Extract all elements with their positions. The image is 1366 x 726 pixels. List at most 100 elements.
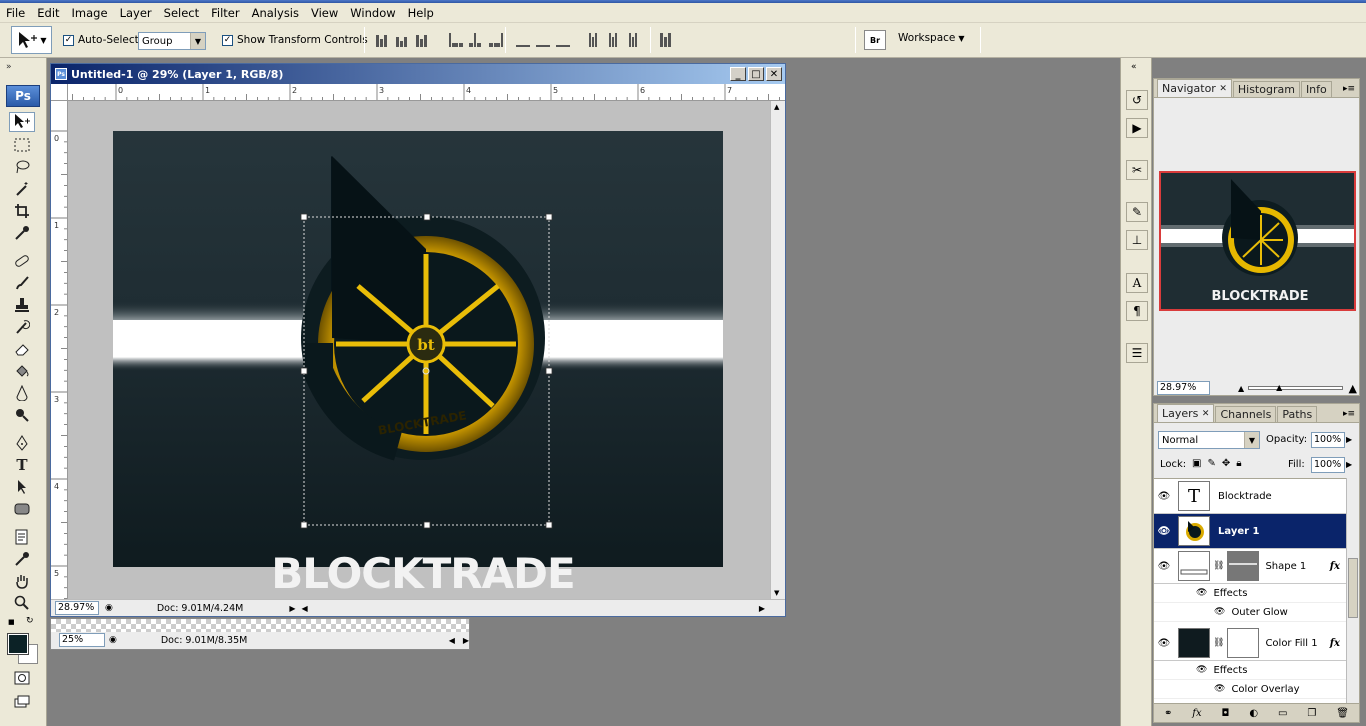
transform-handle[interactable]	[545, 213, 553, 221]
vertical-scrollbar[interactable]: ▲ ▼	[770, 101, 785, 599]
layer-comps-button[interactable]: ☰	[1126, 343, 1148, 363]
bridge-icon[interactable]: Br	[864, 30, 886, 50]
fx-icon[interactable]: fx	[1330, 561, 1340, 572]
status-menu-icon[interactable]: ◉	[109, 635, 117, 645]
horizontal-ruler[interactable]: 0 1 2 3 4 5 6 7	[68, 84, 785, 101]
align-bottom-icon[interactable]	[416, 33, 431, 47]
add-style-icon[interactable]: fx	[1192, 708, 1201, 719]
dodge-tool[interactable]	[9, 405, 35, 425]
document-title-bar[interactable]: Ps Untitled-1 @ 29% (Layer 1, RGB/8) _ □…	[51, 64, 785, 84]
layer-row-shape-1[interactable]: 👁︎ ⛓ Shape 1 fx	[1154, 549, 1346, 584]
distribute-hcenter-icon[interactable]	[609, 33, 624, 47]
close-button[interactable]: ✕	[766, 67, 782, 81]
notes-tool[interactable]	[9, 527, 35, 547]
blur-tool[interactable]	[9, 383, 35, 403]
magic-wand-tool[interactable]	[9, 179, 35, 199]
tab-channels[interactable]: Channels	[1215, 406, 1277, 422]
transform-handle[interactable]	[300, 521, 308, 529]
blend-mode-dropdown[interactable]: Normal ▼	[1158, 431, 1260, 449]
fx-icon[interactable]: fx	[1330, 638, 1340, 649]
path-selection-tool[interactable]	[9, 477, 35, 497]
tool-presets-button[interactable]: ✂	[1126, 160, 1148, 180]
eye-icon[interactable]: 👁︎	[1154, 561, 1174, 572]
lock-transparent-icon[interactable]: ▣	[1192, 458, 1201, 469]
effect-row-outer-glow[interactable]: 👁︎ Outer Glow	[1154, 603, 1346, 622]
color-sampler-tool[interactable]	[9, 549, 35, 569]
quick-mask-button[interactable]	[9, 668, 35, 688]
shape-tool[interactable]	[9, 499, 35, 519]
menu-image[interactable]: Image	[66, 6, 114, 20]
align-right-icon[interactable]	[489, 33, 504, 47]
lock-pixels-icon[interactable]: ✎	[1207, 458, 1215, 469]
auto-select-dropdown[interactable]: Group ▼	[138, 32, 206, 50]
scroll-right-icon[interactable]: ▶	[759, 604, 765, 613]
trash-icon[interactable]: 🗑︎	[1336, 708, 1349, 719]
eye-icon[interactable]: 👁︎	[1154, 526, 1174, 537]
character-panel-button[interactable]: A	[1126, 273, 1148, 293]
new-layer-icon[interactable]: ❐	[1307, 708, 1316, 719]
distribute-bottom-icon[interactable]	[556, 33, 571, 47]
transform-handle[interactable]	[300, 367, 308, 375]
history-brush-tool[interactable]	[9, 317, 35, 337]
crop-tool[interactable]	[9, 201, 35, 221]
secondary-zoom-field[interactable]: 25%	[59, 633, 105, 647]
close-icon[interactable]: ✕	[1219, 84, 1227, 94]
link-layers-icon[interactable]: ⚭	[1164, 708, 1172, 719]
eye-icon[interactable]: 👁︎	[1214, 684, 1225, 694]
maximize-button[interactable]: □	[748, 67, 764, 81]
status-arrow-icon[interactable]: ▶	[289, 604, 295, 613]
scroll-down-icon[interactable]: ▼	[774, 589, 779, 597]
tab-layers[interactable]: Layers ✕	[1157, 404, 1215, 422]
effects-row[interactable]: 👁︎ Effects	[1154, 661, 1346, 680]
align-vcenter-icon[interactable]	[396, 33, 411, 47]
expand-arrows-icon[interactable]: «	[1131, 62, 1137, 72]
menu-analysis[interactable]: Analysis	[246, 6, 305, 20]
lock-position-icon[interactable]: ✥	[1222, 458, 1230, 469]
distribute-left-icon[interactable]	[589, 33, 604, 47]
ruler-origin[interactable]	[51, 84, 68, 101]
clone-stamp-tool[interactable]	[9, 295, 35, 315]
menu-layer[interactable]: Layer	[114, 6, 158, 20]
canvas-area[interactable]: bt BLOCKTRADE BLOCKTRADE	[68, 101, 770, 599]
layer-row-color-fill-1[interactable]: 👁︎ ⛓ Color Fill 1 fx	[1154, 626, 1346, 661]
slider-handle-icon[interactable]: ▲	[1276, 383, 1282, 392]
lasso-tool[interactable]	[9, 157, 35, 177]
zoom-in-icon[interactable]: ▲	[1349, 382, 1357, 395]
new-group-icon[interactable]: ▭	[1278, 708, 1287, 719]
screen-mode-button[interactable]	[9, 692, 35, 712]
navigator-preview[interactable]: BLOCKTRADE	[1159, 171, 1356, 311]
scrollbar-thumb[interactable]	[1348, 558, 1358, 618]
align-hcenter-icon[interactable]	[469, 33, 484, 47]
eye-icon[interactable]: 👁︎	[1196, 588, 1207, 598]
healing-brush-tool[interactable]	[9, 251, 35, 271]
menu-edit[interactable]: Edit	[31, 6, 65, 20]
transform-handle[interactable]	[545, 367, 553, 375]
layer-row-layer-1[interactable]: 👁︎ Layer 1	[1154, 514, 1346, 549]
menu-file[interactable]: File	[0, 6, 31, 20]
distribute-vcenter-icon[interactable]	[536, 33, 551, 47]
artwork-canvas[interactable]: bt BLOCKTRADE BLOCKTRADE	[68, 101, 770, 599]
fill-field[interactable]: 100%	[1311, 457, 1345, 473]
align-top-icon[interactable]	[376, 33, 391, 47]
status-menu-icon[interactable]: ◉	[105, 603, 113, 613]
collapse-arrows-icon[interactable]: »	[6, 62, 12, 72]
scroll-left-icon[interactable]: ◀	[449, 636, 455, 645]
menu-help[interactable]: Help	[402, 6, 440, 20]
chain-link-icon[interactable]: ⛓	[1213, 561, 1224, 571]
pen-tool[interactable]	[9, 433, 35, 453]
eye-icon[interactable]: 👁︎	[1154, 638, 1174, 649]
transform-handle[interactable]	[300, 213, 308, 221]
chain-link-icon[interactable]: ⛓	[1213, 638, 1224, 648]
distribute-top-icon[interactable]	[516, 33, 531, 47]
menu-select[interactable]: Select	[158, 6, 205, 20]
menu-window[interactable]: Window	[344, 6, 401, 20]
tab-info[interactable]: Info	[1300, 81, 1332, 97]
hand-tool[interactable]	[9, 571, 35, 591]
paint-bucket-tool[interactable]	[9, 361, 35, 381]
lock-all-icon[interactable]: 🔒︎	[1236, 458, 1241, 469]
layer-row-blocktrade[interactable]: 👁︎ T Blocktrade	[1154, 479, 1346, 514]
adjustment-layer-icon[interactable]: ◐	[1249, 708, 1258, 719]
zoom-out-icon[interactable]: ▲	[1238, 384, 1244, 393]
history-panel-button[interactable]: ↺	[1126, 90, 1148, 110]
tab-paths[interactable]: Paths	[1277, 406, 1318, 422]
